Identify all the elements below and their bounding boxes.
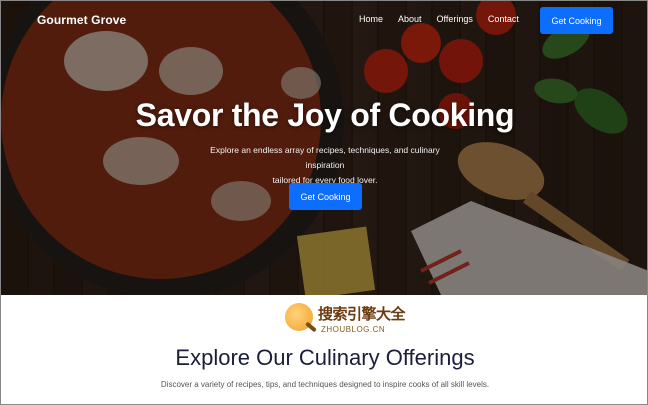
brand-logo[interactable]: Gourmet Grove xyxy=(37,13,126,27)
hero-get-cooking-button[interactable]: Get Cooking xyxy=(289,183,362,210)
nav-get-cooking-button[interactable]: Get Cooking xyxy=(540,7,613,34)
page: Gourmet Grove Home About Offerings Conta… xyxy=(0,0,648,405)
hero-title: Savor the Joy of Cooking xyxy=(135,97,515,133)
nav-home-link[interactable]: Home xyxy=(359,14,383,24)
offerings-section: 搜索引擎大全 ZHOUBLOG.CN Explore Our Culinary … xyxy=(1,295,647,404)
nav-about-link[interactable]: About xyxy=(398,14,422,24)
nav-offerings-link[interactable]: Offerings xyxy=(437,14,473,24)
nav-contact-link[interactable]: Contact xyxy=(488,14,519,24)
offerings-subtitle: Discover a variety of recipes, tips, and… xyxy=(160,380,490,389)
hero-subtitle-line-1: Explore an endless array of recipes, tec… xyxy=(210,145,440,170)
offerings-title: Explore Our Culinary Offerings xyxy=(175,345,475,370)
watermark-text-cn: 搜索引擎大全 xyxy=(318,306,406,323)
watermark-logo: 搜索引擎大全 ZHOUBLOG.CN xyxy=(285,301,406,337)
hero-section: Gourmet Grove Home About Offerings Conta… xyxy=(1,1,647,295)
hero-subtitle: Explore an endless array of recipes, tec… xyxy=(190,143,460,188)
nav-links: Home About Offerings Contact xyxy=(359,14,534,24)
top-navbar: Gourmet Grove Home About Offerings Conta… xyxy=(1,1,647,39)
watermark-text-en: ZHOUBLOG.CN xyxy=(321,325,386,334)
